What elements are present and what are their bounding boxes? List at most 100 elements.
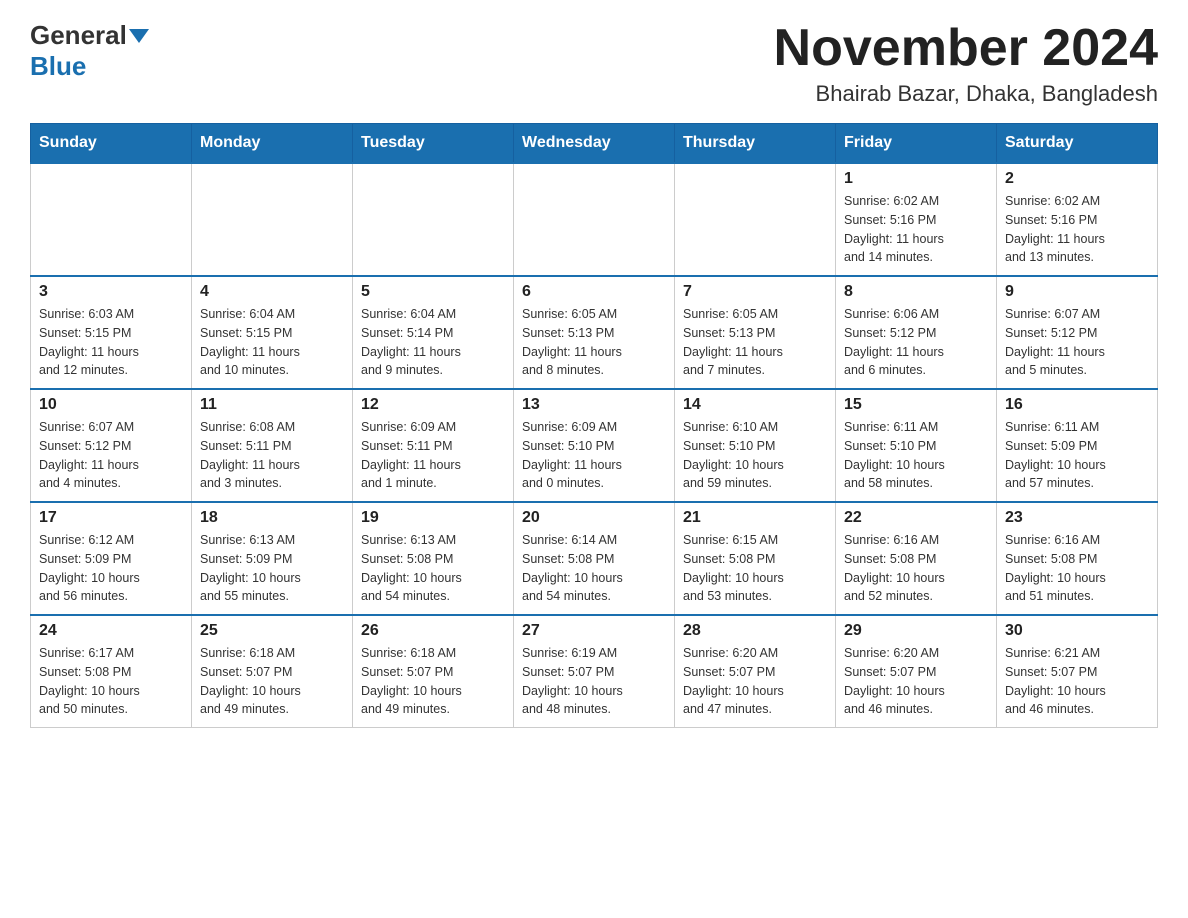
day-info: Sunrise: 6:04 AMSunset: 5:15 PMDaylight:… bbox=[200, 305, 344, 380]
day-number: 27 bbox=[522, 622, 666, 640]
day-info: Sunrise: 6:17 AMSunset: 5:08 PMDaylight:… bbox=[39, 644, 183, 719]
day-info: Sunrise: 6:11 AMSunset: 5:09 PMDaylight:… bbox=[1005, 418, 1149, 493]
day-info: Sunrise: 6:13 AMSunset: 5:09 PMDaylight:… bbox=[200, 531, 344, 606]
table-row: 12 Sunrise: 6:09 AMSunset: 5:11 PMDayligh… bbox=[353, 389, 514, 502]
header-row: Sunday Monday Tuesday Wednesday Thursday… bbox=[31, 124, 1158, 164]
day-info: Sunrise: 6:08 AMSunset: 5:11 PMDaylight:… bbox=[200, 418, 344, 493]
table-row bbox=[192, 163, 353, 276]
day-number: 23 bbox=[1005, 509, 1149, 527]
col-thursday: Thursday bbox=[675, 124, 836, 164]
day-number: 11 bbox=[200, 396, 344, 414]
table-row: 20 Sunrise: 6:14 AMSunset: 5:08 PMDayligh… bbox=[514, 502, 675, 615]
day-info: Sunrise: 6:04 AMSunset: 5:14 PMDaylight:… bbox=[361, 305, 505, 380]
week-row: 10Sunrise: 6:07 AMSunset: 5:12 PMDayligh… bbox=[31, 389, 1158, 502]
day-info: Sunrise: 6:02 AMSunset: 5:16 PMDaylight:… bbox=[1005, 192, 1149, 267]
week-row: 17Sunrise: 6:12 AMSunset: 5:09 PMDayligh… bbox=[31, 502, 1158, 615]
table-row: 27 Sunrise: 6:19 AMSunset: 5:07 PMDayligh… bbox=[514, 615, 675, 728]
table-row: 29 Sunrise: 6:20 AMSunset: 5:07 PMDayligh… bbox=[836, 615, 997, 728]
week-row: 1 Sunrise: 6:02 AMSunset: 5:16 PMDaylight… bbox=[31, 163, 1158, 276]
day-number: 2 bbox=[1005, 170, 1149, 188]
day-info: Sunrise: 6:15 AMSunset: 5:08 PMDaylight:… bbox=[683, 531, 827, 606]
day-info: Sunrise: 6:20 AMSunset: 5:07 PMDaylight:… bbox=[683, 644, 827, 719]
table-row: 7 Sunrise: 6:05 AMSunset: 5:13 PMDaylight… bbox=[675, 276, 836, 389]
page-header: General Blue November 2024 Bhairab Bazar… bbox=[30, 20, 1158, 107]
day-info: Sunrise: 6:03 AMSunset: 5:15 PMDaylight:… bbox=[39, 305, 183, 380]
table-row: 8Sunrise: 6:06 AMSunset: 5:12 PMDaylight… bbox=[836, 276, 997, 389]
day-info: Sunrise: 6:16 AMSunset: 5:08 PMDaylight:… bbox=[844, 531, 988, 606]
col-tuesday: Tuesday bbox=[353, 124, 514, 164]
table-row: 19 Sunrise: 6:13 AMSunset: 5:08 PMDayligh… bbox=[353, 502, 514, 615]
day-info: Sunrise: 6:19 AMSunset: 5:07 PMDaylight:… bbox=[522, 644, 666, 719]
day-number: 16 bbox=[1005, 396, 1149, 414]
col-sunday: Sunday bbox=[31, 124, 192, 164]
day-number: 5 bbox=[361, 283, 505, 301]
table-row: 26 Sunrise: 6:18 AMSunset: 5:07 PMDayligh… bbox=[353, 615, 514, 728]
day-number: 20 bbox=[522, 509, 666, 527]
day-number: 28 bbox=[683, 622, 827, 640]
day-info: Sunrise: 6:18 AMSunset: 5:07 PMDaylight:… bbox=[200, 644, 344, 719]
table-row: 10Sunrise: 6:07 AMSunset: 5:12 PMDayligh… bbox=[31, 389, 192, 502]
table-row: 13Sunrise: 6:09 AMSunset: 5:10 PMDayligh… bbox=[514, 389, 675, 502]
table-row: 30Sunrise: 6:21 AMSunset: 5:07 PMDayligh… bbox=[997, 615, 1158, 728]
logo-triangle-icon bbox=[129, 29, 149, 43]
day-number: 26 bbox=[361, 622, 505, 640]
table-row: 25Sunrise: 6:18 AMSunset: 5:07 PMDayligh… bbox=[192, 615, 353, 728]
day-info: Sunrise: 6:18 AMSunset: 5:07 PMDaylight:… bbox=[361, 644, 505, 719]
table-row: 21 Sunrise: 6:15 AMSunset: 5:08 PMDayligh… bbox=[675, 502, 836, 615]
col-saturday: Saturday bbox=[997, 124, 1158, 164]
col-friday: Friday bbox=[836, 124, 997, 164]
day-info: Sunrise: 6:05 AMSunset: 5:13 PMDaylight:… bbox=[522, 305, 666, 380]
day-number: 4 bbox=[200, 283, 344, 301]
table-row: 4 Sunrise: 6:04 AMSunset: 5:15 PMDaylight… bbox=[192, 276, 353, 389]
day-number: 18 bbox=[200, 509, 344, 527]
table-row: 17Sunrise: 6:12 AMSunset: 5:09 PMDayligh… bbox=[31, 502, 192, 615]
week-row: 3 Sunrise: 6:03 AMSunset: 5:15 PMDaylight… bbox=[31, 276, 1158, 389]
table-row: 11 Sunrise: 6:08 AMSunset: 5:11 PMDayligh… bbox=[192, 389, 353, 502]
day-info: Sunrise: 6:20 AMSunset: 5:07 PMDaylight:… bbox=[844, 644, 988, 719]
day-info: Sunrise: 6:07 AMSunset: 5:12 PMDaylight:… bbox=[1005, 305, 1149, 380]
day-number: 21 bbox=[683, 509, 827, 527]
day-info: Sunrise: 6:11 AMSunset: 5:10 PMDaylight:… bbox=[844, 418, 988, 493]
table-row bbox=[353, 163, 514, 276]
day-info: Sunrise: 6:09 AMSunset: 5:10 PMDaylight:… bbox=[522, 418, 666, 493]
day-number: 15 bbox=[844, 396, 988, 414]
logo-blue-text: Blue bbox=[30, 51, 86, 82]
location-title: Bhairab Bazar, Dhaka, Bangladesh bbox=[774, 81, 1158, 107]
table-row: 16 Sunrise: 6:11 AMSunset: 5:09 PMDayligh… bbox=[997, 389, 1158, 502]
table-row: 9 Sunrise: 6:07 AMSunset: 5:12 PMDaylight… bbox=[997, 276, 1158, 389]
table-row: 18 Sunrise: 6:13 AMSunset: 5:09 PMDayligh… bbox=[192, 502, 353, 615]
day-info: Sunrise: 6:02 AMSunset: 5:16 PMDaylight:… bbox=[844, 192, 988, 267]
table-row: 1 Sunrise: 6:02 AMSunset: 5:16 PMDaylight… bbox=[836, 163, 997, 276]
day-number: 14 bbox=[683, 396, 827, 414]
day-info: Sunrise: 6:12 AMSunset: 5:09 PMDaylight:… bbox=[39, 531, 183, 606]
day-number: 29 bbox=[844, 622, 988, 640]
day-number: 8 bbox=[844, 283, 988, 301]
day-number: 9 bbox=[1005, 283, 1149, 301]
day-info: Sunrise: 6:13 AMSunset: 5:08 PMDaylight:… bbox=[361, 531, 505, 606]
table-row: 23Sunrise: 6:16 AMSunset: 5:08 PMDayligh… bbox=[997, 502, 1158, 615]
day-info: Sunrise: 6:05 AMSunset: 5:13 PMDaylight:… bbox=[683, 305, 827, 380]
day-number: 3 bbox=[39, 283, 183, 301]
table-row: 28 Sunrise: 6:20 AMSunset: 5:07 PMDayligh… bbox=[675, 615, 836, 728]
calendar-table: Sunday Monday Tuesday Wednesday Thursday… bbox=[30, 123, 1158, 728]
table-row: 2 Sunrise: 6:02 AMSunset: 5:16 PMDaylight… bbox=[997, 163, 1158, 276]
day-info: Sunrise: 6:07 AMSunset: 5:12 PMDaylight:… bbox=[39, 418, 183, 493]
day-number: 24 bbox=[39, 622, 183, 640]
week-row: 24 Sunrise: 6:17 AMSunset: 5:08 PMDayligh… bbox=[31, 615, 1158, 728]
table-row: 6 Sunrise: 6:05 AMSunset: 5:13 PMDaylight… bbox=[514, 276, 675, 389]
day-number: 6 bbox=[522, 283, 666, 301]
table-row: 24 Sunrise: 6:17 AMSunset: 5:08 PMDayligh… bbox=[31, 615, 192, 728]
day-info: Sunrise: 6:09 AMSunset: 5:11 PMDaylight:… bbox=[361, 418, 505, 493]
day-number: 22 bbox=[844, 509, 988, 527]
day-info: Sunrise: 6:14 AMSunset: 5:08 PMDaylight:… bbox=[522, 531, 666, 606]
table-row: 14 Sunrise: 6:10 AMSunset: 5:10 PMDayligh… bbox=[675, 389, 836, 502]
day-number: 1 bbox=[844, 170, 988, 188]
day-info: Sunrise: 6:10 AMSunset: 5:10 PMDaylight:… bbox=[683, 418, 827, 493]
col-wednesday: Wednesday bbox=[514, 124, 675, 164]
day-number: 19 bbox=[361, 509, 505, 527]
table-row bbox=[514, 163, 675, 276]
table-row: 3 Sunrise: 6:03 AMSunset: 5:15 PMDaylight… bbox=[31, 276, 192, 389]
day-number: 12 bbox=[361, 396, 505, 414]
day-number: 7 bbox=[683, 283, 827, 301]
table-row bbox=[675, 163, 836, 276]
